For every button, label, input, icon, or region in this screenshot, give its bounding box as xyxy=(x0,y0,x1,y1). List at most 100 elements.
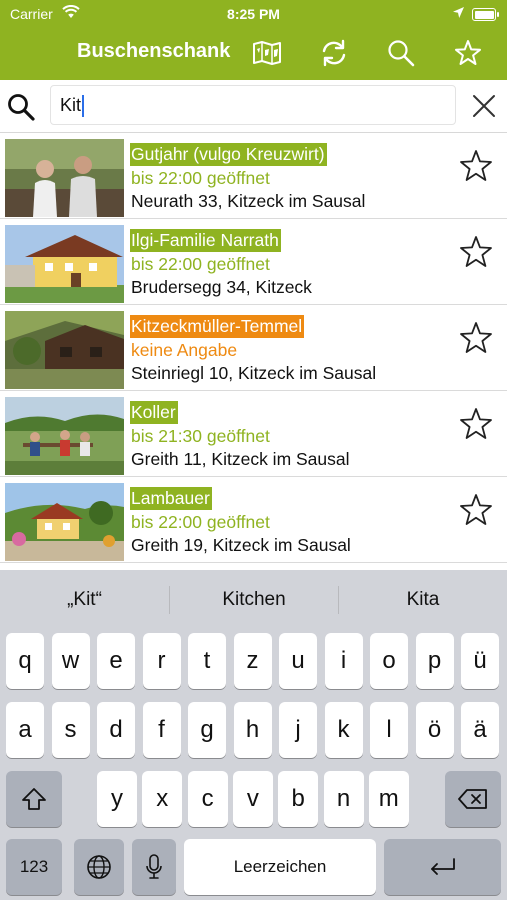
key-n[interactable]: n xyxy=(323,771,364,827)
search-icon xyxy=(388,40,415,67)
battery-icon xyxy=(472,8,499,21)
status-time: 8:25 PM xyxy=(227,6,280,22)
refresh-button[interactable] xyxy=(317,36,351,70)
map-button[interactable] xyxy=(250,36,284,70)
text-cursor xyxy=(82,95,85,118)
result-opening-hours: keine Angabe xyxy=(131,340,238,360)
favorite-star-button[interactable] xyxy=(459,235,493,274)
list-item[interactable]: Lambauer bis 22:00 geöffnet Greith 19, K… xyxy=(0,477,507,563)
key-i[interactable]: i xyxy=(324,633,363,689)
key-m[interactable]: m xyxy=(368,771,409,827)
key-z[interactable]: z xyxy=(233,633,272,689)
star-icon xyxy=(460,150,492,181)
result-name: Lambauer xyxy=(130,487,212,510)
list-item[interactable]: Koller bis 21:30 geöffnet Greith 11, Kit… xyxy=(0,391,507,477)
list-item[interactable]: Gutjahr (vulgo Kreuzwirt) bis 22:00 geöf… xyxy=(0,133,507,219)
search-input-value: Kit xyxy=(60,95,82,115)
star-icon xyxy=(460,408,492,439)
key-v[interactable]: v xyxy=(232,771,273,827)
app-header: Carrier 8:25 PM Buschenschank xyxy=(0,0,507,80)
key-l[interactable]: l xyxy=(370,702,408,758)
result-opening-hours: bis 22:00 geöffnet xyxy=(131,512,270,532)
key-w[interactable]: w xyxy=(51,633,90,689)
favorite-star-button[interactable] xyxy=(459,149,493,188)
shift-key[interactable] xyxy=(6,771,62,827)
result-name: Ilgi-Familie Narrath xyxy=(130,229,281,252)
result-address: Brudersegg 34, Kitzeck xyxy=(131,277,312,297)
close-icon xyxy=(473,95,495,117)
star-icon xyxy=(455,40,481,65)
key-y[interactable]: y xyxy=(97,771,137,827)
refresh-icon xyxy=(322,39,346,67)
result-address: Neurath 33, Kitzeck im Sausal xyxy=(131,191,366,211)
globe-icon xyxy=(87,855,111,879)
return-icon xyxy=(430,858,455,875)
thumbnail-photo xyxy=(5,311,124,389)
thumbnail-photo xyxy=(5,397,124,475)
star-icon xyxy=(460,322,492,353)
space-key[interactable]: Leerzeichen xyxy=(184,839,376,895)
thumbnail-photo xyxy=(5,139,124,217)
key-ä[interactable]: ä xyxy=(461,702,499,758)
key-b[interactable]: b xyxy=(278,771,319,827)
key-j[interactable]: j xyxy=(279,702,317,758)
dictation-key[interactable] xyxy=(132,839,176,895)
key-u[interactable]: u xyxy=(279,633,317,689)
clear-search-button[interactable] xyxy=(468,90,500,122)
favorite-star-button[interactable] xyxy=(459,321,493,360)
star-icon xyxy=(460,236,492,267)
suggestion-item[interactable]: Kita xyxy=(339,570,507,630)
key-k[interactable]: k xyxy=(324,702,363,758)
suggestion-item[interactable]: Kitchen xyxy=(170,570,338,630)
favorites-button[interactable] xyxy=(451,36,485,70)
app-title: Buschenschank xyxy=(77,40,231,62)
key-g[interactable]: g xyxy=(188,702,226,758)
results-list: Gutjahr (vulgo Kreuzwirt) bis 22:00 geöf… xyxy=(0,133,507,570)
list-item[interactable]: Ilgi-Familie Narrath bis 22:00 geöffnet … xyxy=(0,219,507,305)
shift-icon xyxy=(22,788,46,810)
key-s[interactable]: s xyxy=(51,702,90,758)
key-x[interactable]: x xyxy=(142,771,183,827)
autocorrect-suggestions: „Kit“ Kitchen Kita xyxy=(0,570,507,630)
key-e[interactable]: e xyxy=(97,633,135,689)
result-name: Koller xyxy=(130,401,178,424)
result-address: Steinriegl 10, Kitzeck im Sausal xyxy=(131,363,377,383)
numbers-key[interactable]: 123 xyxy=(6,839,62,895)
result-name: Kitzeckmüller-Temmel xyxy=(130,315,305,338)
favorite-star-button[interactable] xyxy=(459,493,493,532)
result-address: Greith 19, Kitzeck im Sausal xyxy=(131,535,351,555)
search-icon xyxy=(6,92,36,127)
result-address: Greith 11, Kitzeck im Sausal xyxy=(131,449,350,469)
suggestion-item[interactable]: „Kit“ xyxy=(0,570,169,630)
onscreen-keyboard: „Kit“ Kitchen Kita qwertzuiopü asdfghjkl… xyxy=(0,570,507,900)
result-opening-hours: bis 22:00 geöffnet xyxy=(131,168,270,188)
backspace-icon xyxy=(458,789,487,809)
result-opening-hours: bis 22:00 geöffnet xyxy=(131,254,270,274)
favorite-star-button[interactable] xyxy=(459,407,493,446)
key-ü[interactable]: ü xyxy=(461,633,499,689)
map-icon xyxy=(253,41,281,65)
key-o[interactable]: o xyxy=(370,633,408,689)
search-input[interactable]: Kit xyxy=(50,85,456,125)
globe-key[interactable] xyxy=(74,839,124,895)
list-item[interactable]: Kitzeckmüller-Temmel keine Angabe Steinr… xyxy=(0,305,507,391)
return-key[interactable] xyxy=(384,839,501,895)
key-a[interactable]: a xyxy=(6,702,44,758)
key-f[interactable]: f xyxy=(142,702,181,758)
key-c[interactable]: c xyxy=(187,771,228,827)
result-name: Gutjahr (vulgo Kreuzwirt) xyxy=(130,143,327,166)
key-r[interactable]: r xyxy=(142,633,181,689)
search-button[interactable] xyxy=(384,36,418,70)
key-t[interactable]: t xyxy=(188,633,226,689)
key-q[interactable]: q xyxy=(6,633,44,689)
microphone-icon xyxy=(146,854,162,879)
status-bar: Carrier 8:25 PM xyxy=(0,0,507,28)
key-d[interactable]: d xyxy=(97,702,135,758)
key-ö[interactable]: ö xyxy=(415,702,454,758)
key-p[interactable]: p xyxy=(415,633,454,689)
key-h[interactable]: h xyxy=(233,702,272,758)
thumbnail-photo xyxy=(5,483,124,561)
backspace-key[interactable] xyxy=(445,771,501,827)
search-bar: Kit xyxy=(0,80,507,133)
location-arrow-icon xyxy=(452,6,465,22)
